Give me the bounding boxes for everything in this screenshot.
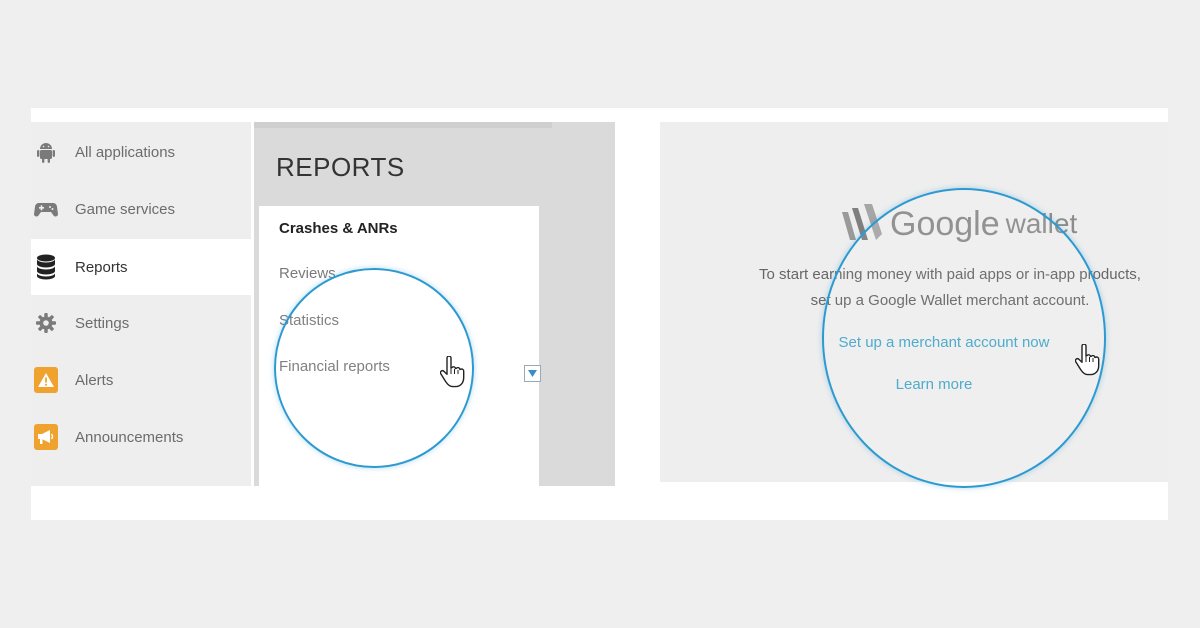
gamepad-icon xyxy=(34,197,58,221)
sidebar: All applications Game services Reports S… xyxy=(31,122,251,486)
sidebar-item-label: Settings xyxy=(75,314,130,332)
hand-cursor-icon xyxy=(440,356,465,388)
sidebar-item-label: Game services xyxy=(75,200,176,218)
sidebar-item-reports[interactable]: Reports xyxy=(31,239,251,295)
reports-title: REPORTS xyxy=(276,152,405,182)
hand-cursor-icon xyxy=(1075,344,1100,376)
database-icon xyxy=(34,254,58,280)
sidebar-item-announcements[interactable]: Announcements xyxy=(31,409,251,465)
sidebar-item-label: Announcements xyxy=(75,428,184,446)
android-icon xyxy=(34,140,58,164)
sidebar-item-all-applications[interactable]: All applications xyxy=(31,124,251,180)
dropdown-toggle-button[interactable] xyxy=(524,365,541,382)
sidebar-item-label: Reports xyxy=(75,258,128,276)
warning-icon xyxy=(34,367,58,393)
sidebar-item-label: Alerts xyxy=(75,371,114,389)
sidebar-item-settings[interactable]: Settings xyxy=(31,295,251,351)
sidebar-item-label: All applications xyxy=(75,143,176,161)
submenu-item-crashes[interactable]: Crashes & ANRs xyxy=(279,220,398,237)
megaphone-icon xyxy=(34,424,58,450)
gear-icon xyxy=(34,311,58,335)
sidebar-item-game-services[interactable]: Game services xyxy=(31,181,251,237)
panel-divider xyxy=(254,122,552,128)
magnifier-circle xyxy=(822,188,1106,488)
sidebar-item-alerts[interactable]: Alerts xyxy=(31,352,251,408)
screenshot-frame: All applications Game services Reports S… xyxy=(31,108,1168,520)
triangle-down-icon xyxy=(528,370,537,377)
